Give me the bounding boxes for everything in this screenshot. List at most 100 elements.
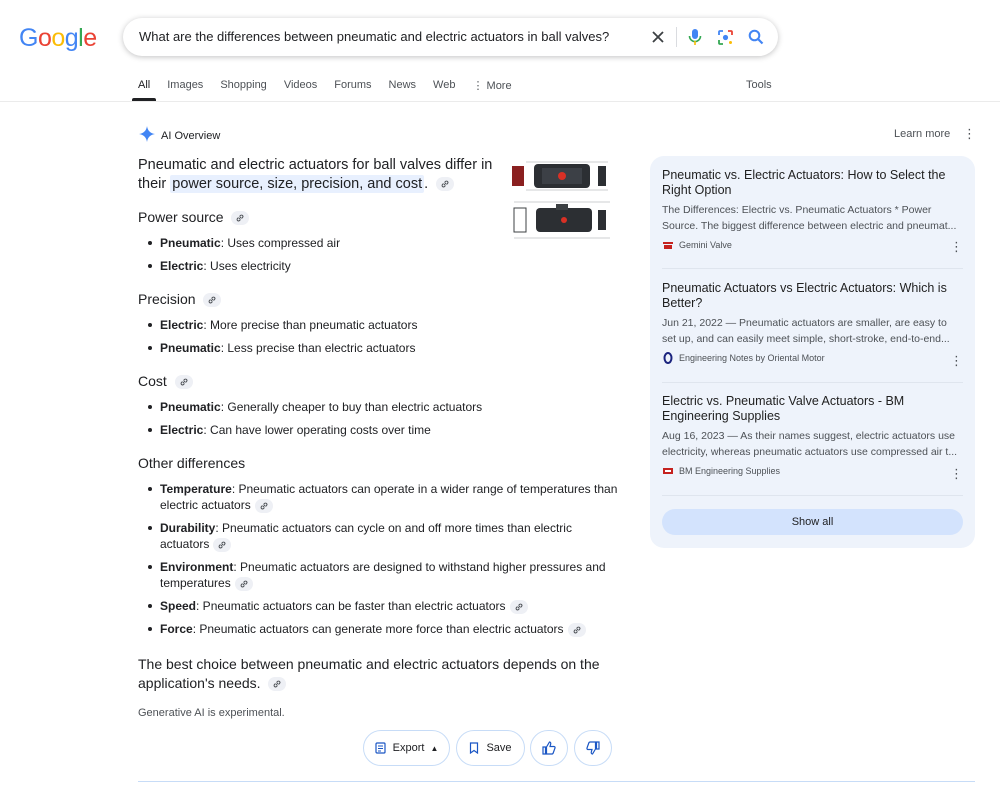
section-heading-text: Cost bbox=[138, 373, 167, 389]
caret-up-icon: ▲ bbox=[430, 743, 439, 753]
source-site-name: BM Engineering Supplies bbox=[679, 466, 781, 476]
tab-videos[interactable]: Videos bbox=[284, 78, 317, 100]
list-text: : Generally cheaper to buy than electric… bbox=[220, 400, 483, 414]
link-icon[interactable] bbox=[174, 375, 193, 390]
gemini-valve-favicon bbox=[662, 239, 674, 251]
list-text: : Pneumatic actuators can generate more … bbox=[192, 622, 564, 636]
tab-all[interactable]: All bbox=[131, 78, 157, 101]
source-card[interactable]: Electric vs. Pneumatic Valve Actuators -… bbox=[662, 394, 962, 477]
section-heading-cost: Cost bbox=[138, 373, 193, 390]
list-term: Electric bbox=[160, 423, 204, 437]
tab-images[interactable]: Images bbox=[167, 78, 203, 100]
search-divider bbox=[676, 27, 677, 47]
search-box[interactable]: What are the differences between pneumat… bbox=[123, 18, 778, 56]
list-term: Electric bbox=[160, 259, 204, 273]
source-menu-icon[interactable]: ⋮ bbox=[950, 354, 963, 367]
search-input[interactable]: What are the differences between pneumat… bbox=[139, 29, 609, 44]
list-term: Temperature bbox=[160, 482, 232, 496]
sources-panel: Pneumatic vs. Electric Actuators: How to… bbox=[650, 156, 975, 548]
list-term: Pneumatic bbox=[160, 341, 221, 355]
cost-list: Pneumatic: Generally cheaper to buy than… bbox=[148, 399, 620, 445]
source-title[interactable]: Pneumatic vs. Electric Actuators: How to… bbox=[662, 168, 962, 198]
link-icon[interactable] bbox=[436, 177, 455, 192]
list-item: Speed: Pneumatic actuators can be faster… bbox=[148, 598, 620, 614]
link-icon[interactable] bbox=[234, 576, 253, 591]
link-icon[interactable] bbox=[567, 622, 586, 637]
oriental-motor-favicon bbox=[662, 352, 674, 364]
source-site: Gemini Valve bbox=[662, 239, 962, 251]
list-text: : Uses electricity bbox=[203, 259, 291, 273]
tab-forums[interactable]: Forums bbox=[334, 78, 371, 100]
intro-end: . bbox=[424, 176, 429, 192]
source-menu-icon[interactable]: ⋮ bbox=[950, 467, 963, 480]
header-divider bbox=[0, 101, 1000, 102]
search-icon[interactable] bbox=[746, 27, 766, 47]
link-icon[interactable] bbox=[203, 293, 222, 308]
save-button[interactable]: Save bbox=[456, 730, 525, 766]
show-all-button[interactable]: Show all bbox=[662, 509, 963, 535]
export-icon bbox=[375, 742, 387, 754]
source-card[interactable]: Pneumatic Actuators vs Electric Actuator… bbox=[662, 281, 962, 364]
link-icon[interactable] bbox=[213, 537, 232, 552]
ai-overview-menu-icon[interactable]: ⋮ bbox=[963, 127, 976, 140]
list-item: Durability: Pneumatic actuators can cycl… bbox=[148, 520, 620, 552]
list-item: Force: Pneumatic actuators can generate … bbox=[148, 621, 620, 637]
ai-overview-conclusion: The best choice between pneumatic and el… bbox=[138, 655, 608, 693]
list-term: Electric bbox=[160, 318, 204, 332]
source-card[interactable]: Pneumatic vs. Electric Actuators: How to… bbox=[662, 168, 962, 251]
thumbs-up-icon bbox=[542, 741, 556, 755]
clear-icon[interactable] bbox=[648, 27, 668, 47]
list-item: Temperature: Pneumatic actuators can ope… bbox=[148, 481, 620, 513]
voice-search-icon[interactable] bbox=[685, 27, 705, 47]
source-menu-icon[interactable]: ⋮ bbox=[950, 240, 963, 253]
source-site-name: Gemini Valve bbox=[679, 240, 732, 250]
list-item: Electric: More precise than pneumatic ac… bbox=[148, 317, 620, 333]
link-icon[interactable] bbox=[254, 498, 273, 513]
list-item: Environment: Pneumatic actuators are des… bbox=[148, 559, 620, 591]
list-term: Force bbox=[160, 622, 193, 636]
list-term: Speed bbox=[160, 599, 197, 613]
tab-web[interactable]: Web bbox=[433, 78, 455, 100]
link-icon[interactable] bbox=[268, 677, 287, 692]
source-divider bbox=[662, 268, 963, 269]
source-title[interactable]: Pneumatic Actuators vs Electric Actuator… bbox=[662, 281, 962, 311]
section-heading-precision: Precision bbox=[138, 291, 222, 308]
export-label: Export bbox=[392, 742, 425, 754]
source-site-name: Engineering Notes by Oriental Motor bbox=[679, 353, 825, 363]
link-icon[interactable] bbox=[509, 599, 528, 614]
list-text: : More precise than pneumatic actuators bbox=[203, 318, 418, 332]
list-item: Pneumatic: Generally cheaper to buy than… bbox=[148, 399, 620, 415]
section-heading-other-differences: Other differences bbox=[138, 455, 245, 471]
source-snippet: Aug 16, 2023 — As their names suggest, e… bbox=[662, 430, 958, 458]
learn-more-link[interactable]: Learn more bbox=[894, 128, 950, 140]
list-item: Pneumatic: Uses compressed air bbox=[148, 235, 620, 251]
section-heading-text: Power source bbox=[138, 209, 224, 225]
tab-more-label: More bbox=[486, 80, 512, 92]
google-logo[interactable]: Google bbox=[19, 24, 97, 53]
export-button[interactable]: Export ▲ bbox=[363, 730, 450, 766]
lens-search-icon[interactable] bbox=[715, 27, 735, 47]
thumbs-down-icon bbox=[586, 741, 600, 755]
link-icon[interactable] bbox=[231, 211, 250, 226]
actuator-images[interactable] bbox=[512, 158, 612, 242]
tools-button[interactable]: Tools bbox=[746, 79, 772, 91]
actuator-diagram-thumbnail[interactable] bbox=[512, 200, 612, 239]
thumbs-down-button[interactable] bbox=[574, 730, 612, 766]
list-item: Electric: Uses electricity bbox=[148, 258, 620, 274]
list-item: Electric: Can have lower operating costs… bbox=[148, 422, 620, 438]
ai-overview-bottom-divider bbox=[138, 781, 975, 782]
tab-shopping[interactable]: Shopping bbox=[220, 78, 267, 100]
ai-overview-header: AI Overview bbox=[139, 126, 220, 145]
tab-news[interactable]: News bbox=[389, 78, 417, 100]
save-label: Save bbox=[486, 742, 512, 754]
other-differences-list: Temperature: Pneumatic actuators can ope… bbox=[148, 481, 620, 644]
thumbs-up-button[interactable] bbox=[530, 730, 568, 766]
source-site: Engineering Notes by Oriental Motor bbox=[662, 352, 962, 364]
section-heading-text: Precision bbox=[138, 291, 196, 307]
source-divider bbox=[662, 382, 963, 383]
source-divider bbox=[662, 495, 963, 496]
tab-more[interactable]: ⋮ More bbox=[472, 78, 511, 100]
actuator-thumbnail[interactable] bbox=[512, 158, 612, 194]
source-title[interactable]: Electric vs. Pneumatic Valve Actuators -… bbox=[662, 394, 962, 424]
ai-overview-label: AI Overview bbox=[161, 129, 221, 142]
